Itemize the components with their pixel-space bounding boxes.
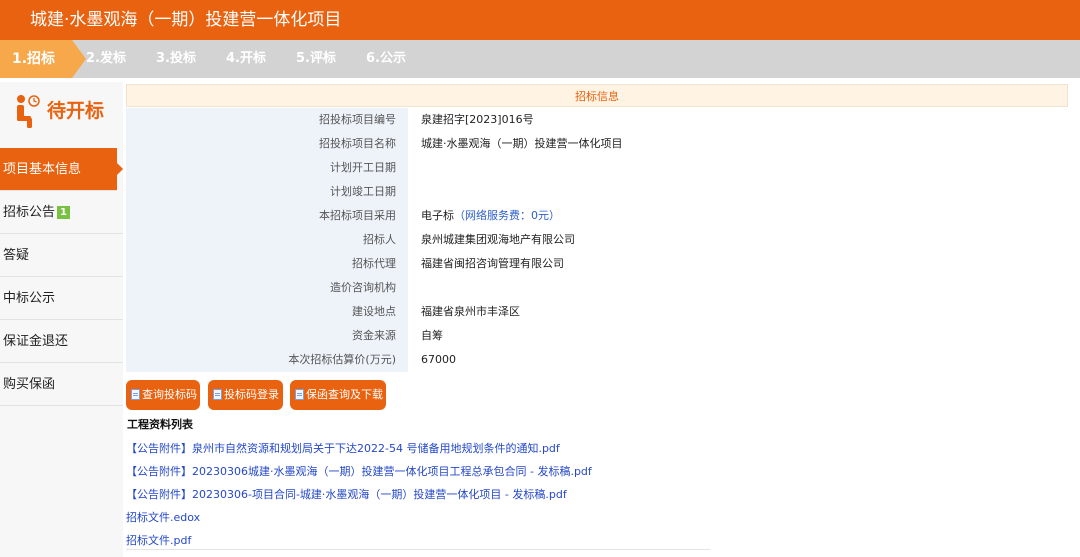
row-value	[408, 156, 1068, 180]
row-label: 本次招标估算价(万元)	[126, 348, 408, 372]
info-row-start-date: 计划开工日期	[126, 156, 1068, 180]
step-evaluate[interactable]: 5.评标	[296, 40, 336, 78]
project-title: 城建·水墨观海（一期）投建营一体化项目	[30, 10, 342, 30]
row-value	[408, 180, 1068, 204]
guarantee-query-download-button[interactable]: 保函查询及下载	[290, 380, 386, 410]
sidebar-item-label: 项目基本信息	[3, 162, 82, 177]
service-fee-note: （网络服务费：0元）	[454, 209, 560, 222]
file-link[interactable]: 招标文件.pdf	[126, 532, 191, 548]
document-icon	[131, 389, 140, 400]
file-link[interactable]: 【公告附件】20230306城建·水墨观海（一期）投建营一体化项目工程总承包合同…	[126, 463, 592, 479]
row-value	[408, 276, 1068, 300]
row-label: 计划竣工日期	[126, 180, 408, 204]
row-label: 本招标项目采用	[126, 204, 408, 228]
file-link[interactable]: 招标文件.edox	[126, 509, 200, 525]
sidebar-item-basic-info[interactable]: 项目基本信息	[0, 148, 123, 191]
file-link[interactable]: 【公告附件】泉州市自然资源和规划局关于下达2022-54 号储备用地规划条件的通…	[126, 440, 560, 456]
status-text: 待开标	[47, 100, 105, 122]
row-label: 建设地点	[126, 300, 408, 324]
sidebar-item-label: 购买保函	[3, 377, 56, 392]
info-row-cost-consultant: 造价咨询机构	[126, 276, 1068, 300]
sidebar-item-award-publicity[interactable]: 中标公示	[0, 277, 123, 320]
step-publicity[interactable]: 6.公示	[366, 40, 406, 78]
query-bid-code-button[interactable]: 查询投标码	[126, 380, 200, 410]
page: 城建·水墨观海（一期）投建营一体化项目 1.招标 2.发标 3.投标 4.开标 …	[0, 0, 1080, 557]
step-bid[interactable]: 3.投标	[156, 40, 196, 78]
info-row-agent: 招标代理 福建省闽招咨询管理有限公司	[126, 252, 1068, 276]
info-row-end-date: 计划竣工日期	[126, 180, 1068, 204]
info-row-project-number: 招投标项目编号 泉建招字[2023]016号	[126, 108, 1068, 132]
sidebar: 待开标 项目基本信息 招标公告 1 答疑 中标公示 保证金退还 购买保函	[0, 82, 123, 557]
header: 城建·水墨观海（一期）投建营一体化项目	[0, 0, 1080, 40]
step-tender[interactable]: 1.招标	[0, 40, 86, 78]
sidebar-item-label: 保证金退还	[3, 334, 69, 349]
step-bar: 1.招标 2.发标 3.投标 4.开标 5.评标 6.公示	[0, 40, 1080, 78]
info-row-estimated-price: 本次招标估算价(万元) 67000	[126, 348, 1068, 372]
row-label: 招投标项目名称	[126, 132, 408, 156]
sidebar-item-label: 答疑	[3, 248, 30, 263]
document-icon	[295, 389, 304, 400]
button-label: 查询投标码	[142, 388, 197, 401]
sidebar-item-label: 招标公告	[3, 205, 56, 220]
row-label: 计划开工日期	[126, 156, 408, 180]
bid-code-login-button[interactable]: 投标码登录	[208, 380, 283, 410]
row-value: 城建·水墨观海（一期）投建营一体化项目	[408, 132, 1068, 156]
info-row-tenderer: 招标人 泉州城建集团观海地产有限公司	[126, 228, 1068, 252]
waiting-person-icon	[17, 95, 40, 128]
info-row-location: 建设地点 福建省泉州市丰泽区	[126, 300, 1068, 324]
row-value: 电子标（网络服务费：0元）	[408, 204, 1068, 228]
count-badge: 1	[57, 206, 70, 219]
row-label: 招标人	[126, 228, 408, 252]
sidebar-item-label: 中标公示	[3, 291, 56, 306]
info-row-project-name: 招投标项目名称 城建·水墨观海（一期）投建营一体化项目	[126, 132, 1068, 156]
button-label: 保函查询及下载	[306, 388, 383, 401]
step-open[interactable]: 4.开标	[226, 40, 266, 78]
sidebar-item-buy-guarantee[interactable]: 购买保函	[0, 363, 123, 406]
row-value: 福建省闽招咨询管理有限公司	[408, 252, 1068, 276]
info-row-funding: 资金来源 自筹	[126, 324, 1068, 348]
row-value: 泉建招字[2023]016号	[408, 108, 1068, 132]
row-value: 福建省泉州市丰泽区	[408, 300, 1068, 324]
row-value: 泉州城建集团观海地产有限公司	[408, 228, 1068, 252]
sidebar-item-deposit-refund[interactable]: 保证金退还	[0, 320, 123, 363]
step-issue[interactable]: 2.发标	[86, 40, 126, 78]
row-label: 招投标项目编号	[126, 108, 408, 132]
status-panel: 待开标	[0, 82, 123, 144]
info-row-bid-method: 本招标项目采用 电子标（网络服务费：0元）	[126, 204, 1068, 228]
document-icon	[213, 389, 222, 400]
button-label: 投标码登录	[224, 388, 279, 401]
row-value: 67000	[408, 348, 1068, 372]
row-label: 造价咨询机构	[126, 276, 408, 300]
sidebar-item-qa[interactable]: 答疑	[0, 234, 123, 277]
row-label: 资金来源	[126, 324, 408, 348]
bid-method-value: 电子标	[421, 209, 454, 222]
sidebar-item-announcement[interactable]: 招标公告 1	[0, 191, 123, 234]
file-list-title: 工程资料列表	[127, 418, 193, 431]
row-value: 自筹	[408, 324, 1068, 348]
row-label: 招标代理	[126, 252, 408, 276]
info-section-title: 招标信息	[126, 84, 1068, 107]
file-link[interactable]: 【公告附件】20230306-项目合同-城建·水墨观海（一期）投建营一体化项目 …	[126, 486, 567, 502]
divider	[126, 549, 710, 550]
